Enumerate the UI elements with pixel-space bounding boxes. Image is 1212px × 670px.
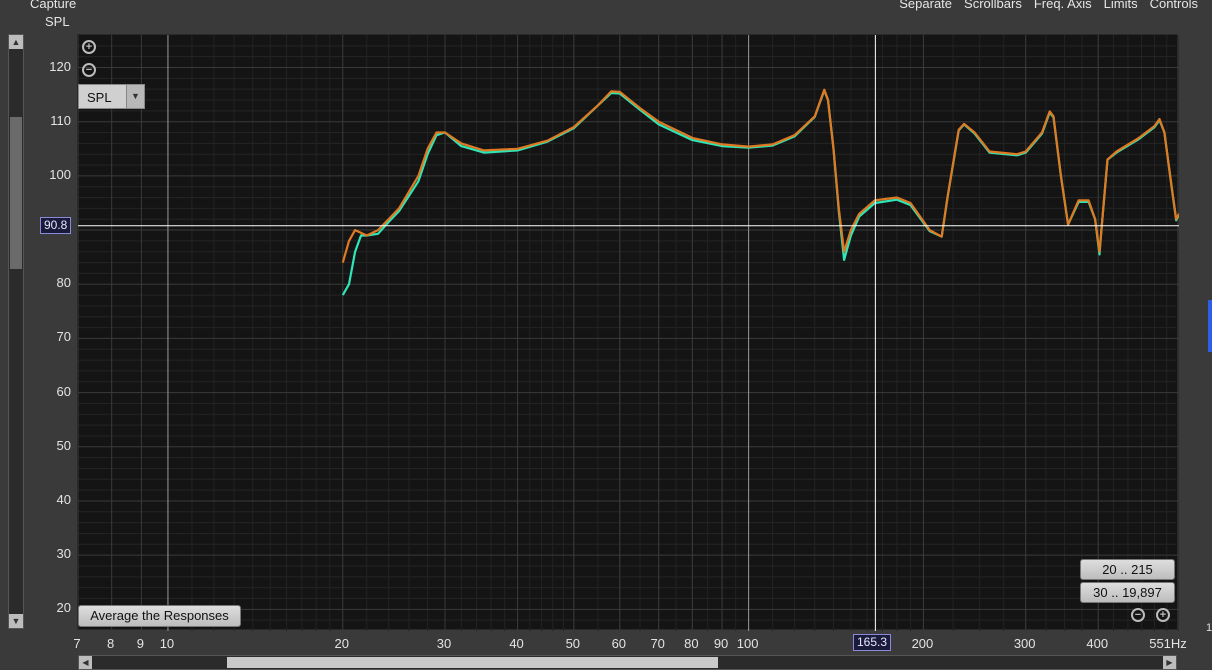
x-tick-label: 20 (334, 636, 349, 651)
x-tick-label: 80 (684, 636, 699, 651)
x-tick-label: 60 (611, 636, 627, 651)
measurement-type-value: SPL (87, 90, 112, 105)
average-responses-button[interactable]: Average the Responses (78, 605, 241, 627)
x-tick-label: 7 (73, 636, 81, 651)
x-tick-label: 10 (159, 636, 175, 651)
x-tick-label: 300 (1013, 636, 1036, 651)
zoom-in-x-icon[interactable]: + (1156, 608, 1170, 622)
horizontal-scrollbar[interactable]: ◀ ▶ (78, 655, 1177, 670)
window-title: Capture (30, 0, 77, 11)
y-axis-title: SPL (45, 14, 70, 29)
x-tick-label: 40 (509, 636, 524, 651)
cursor-spl-readout: 90.8 (40, 217, 72, 234)
range-preset-20-215-button[interactable]: 20 .. 215 (1080, 559, 1175, 580)
y-tick-label: 110 (50, 112, 71, 128)
menu-controls[interactable]: Controls (1150, 0, 1198, 11)
x-tick-label: 8 (107, 636, 115, 651)
y-tick-label: 120 (49, 58, 71, 74)
x-tick-label: 70 (650, 636, 665, 651)
scroll-up-icon[interactable]: ▲ (9, 35, 23, 49)
top-menu: Separate Scrollbars Freq. Axis Limits Co… (899, 0, 1198, 11)
zoom-out-x-icon[interactable]: − (1131, 608, 1145, 622)
x-tick-label: 90 (713, 636, 729, 651)
vertical-scrollbar[interactable]: ▲ ▼ (8, 34, 24, 629)
horizontal-scroll-thumb[interactable] (227, 657, 718, 668)
graph-svg (78, 35, 1179, 631)
x-tick-label: 200 (911, 636, 934, 651)
zoom-in-y-icon[interactable]: + (82, 40, 96, 54)
menu-separate[interactable]: Separate (899, 0, 952, 11)
side-panel-accent (1208, 300, 1212, 352)
scroll-down-icon[interactable]: ▼ (9, 614, 23, 628)
chevron-down-icon[interactable]: ▼ (126, 85, 144, 108)
measurement-type-select[interactable]: SPL ▼ (78, 84, 145, 109)
spl-graph-area[interactable] (77, 34, 1179, 631)
zoom-out-y-icon[interactable]: − (82, 63, 96, 77)
scroll-left-icon[interactable]: ◀ (79, 656, 92, 669)
y-tick-label: 20 (56, 600, 71, 616)
menu-limits[interactable]: Limits (1104, 0, 1138, 11)
side-panel-label: 1 (1206, 622, 1212, 634)
y-tick-label: 50 (56, 437, 71, 453)
cursor-frequency-readout: 165.3 (853, 634, 892, 651)
x-tick-label: 9 (136, 636, 144, 651)
y-tick-label: 60 (56, 383, 71, 399)
x-tick-label: 50 (565, 636, 581, 651)
y-tick-label: 30 (56, 546, 71, 562)
x-tick-label: 400 (1086, 636, 1109, 651)
y-tick-label: 40 (56, 491, 71, 507)
x-tick-label: 100 (736, 636, 759, 651)
vertical-scroll-thumb[interactable] (10, 117, 22, 269)
menu-scrollbars[interactable]: Scrollbars (964, 0, 1022, 11)
x-tick-label: 551Hz (1149, 636, 1187, 651)
y-tick-label: 80 (56, 275, 71, 291)
range-preset-30-19897-button[interactable]: 30 .. 19,897 (1080, 582, 1175, 603)
y-tick-label: 100 (49, 166, 71, 182)
menu-freq-axis[interactable]: Freq. Axis (1034, 0, 1092, 11)
scroll-right-icon[interactable]: ▶ (1163, 656, 1176, 669)
y-tick-label: 70 (56, 329, 71, 345)
x-tick-label: 30 (436, 636, 452, 651)
